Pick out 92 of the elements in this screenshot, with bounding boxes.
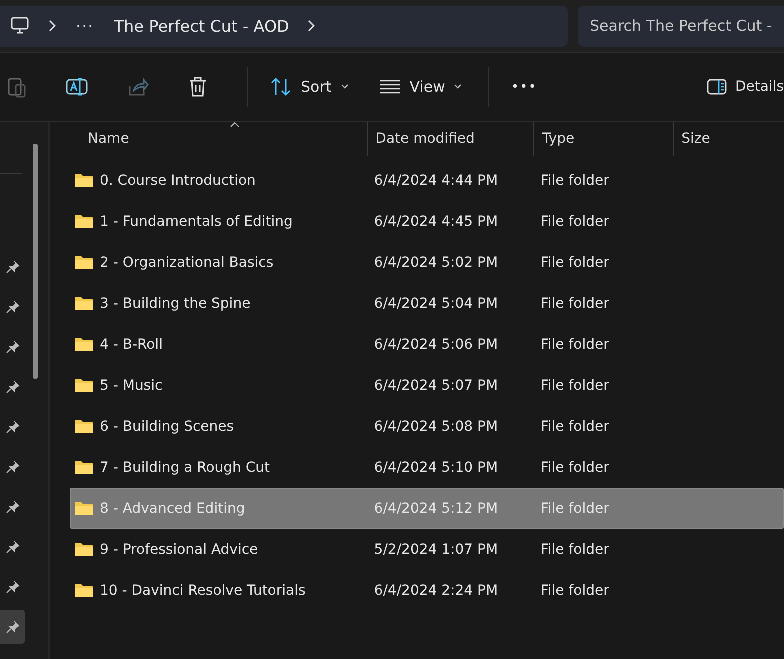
file-row[interactable]: 9 - Professional Advice 5/2/2024 1:07 PM File folder: [70, 529, 784, 570]
file-type: File folder: [540, 542, 610, 558]
file-type: File folder: [540, 172, 610, 188]
folder-icon: [75, 419, 93, 434]
file-row[interactable]: 0. Course Introduction 6/4/2024 4:44 PM File folder: [70, 160, 784, 201]
more-options-button[interactable]: •••: [507, 74, 542, 100]
view-button[interactable]: View: [374, 72, 466, 102]
file-name: 9 - Professional Advice: [100, 542, 258, 558]
file-type: File folder: [540, 254, 610, 270]
folder-icon: [75, 296, 93, 311]
caret-icon: [340, 84, 349, 90]
file-type: File folder: [540, 378, 610, 394]
folder-icon: [75, 460, 93, 475]
file-row[interactable]: 7 - Building a Rough Cut 6/4/2024 5:10 PM File folder: [70, 447, 784, 488]
pin-icon: [6, 420, 20, 434]
file-name: 4 - B-Roll: [100, 336, 163, 352]
date-modified: 6/4/2024 5:12 PM: [374, 500, 498, 516]
date-modified: 6/4/2024 5:08 PM: [374, 418, 498, 434]
pin-icon: [6, 340, 20, 354]
share-icon[interactable]: [127, 76, 149, 98]
file-type: File folder: [540, 460, 610, 476]
date-modified: 6/4/2024 2:24 PM: [374, 582, 498, 598]
column-header[interactable]: Date modified: [376, 131, 475, 147]
file-row[interactable]: 1 - Fundamentals of Editing 6/4/2024 4:45 PM File folder: [70, 201, 784, 242]
pinned-item[interactable]: [0, 610, 25, 644]
folder-icon: [75, 337, 93, 352]
chevron-right-icon[interactable]: [48, 20, 56, 32]
pin-icon: [6, 620, 20, 634]
file-row[interactable]: 2 - Organizational Basics 6/4/2024 5:02 PM File folder: [70, 242, 784, 283]
file-type: File folder: [540, 214, 610, 230]
file-row[interactable]: 8 - Advanced Editing 6/4/2024 5:12 PM File folder: [70, 488, 784, 529]
date-modified: 6/4/2024 4:44 PM: [374, 172, 498, 188]
sort-arrows-icon: [270, 77, 292, 97]
file-name: 10 - Davinci Resolve Tutorials: [100, 582, 306, 598]
pin-icon: [6, 260, 20, 274]
computer-icon: [10, 16, 30, 36]
pin-icon: [6, 460, 20, 474]
pin-icon: [6, 580, 20, 594]
date-modified: 6/4/2024 4:45 PM: [374, 214, 498, 230]
file-type: File folder: [540, 296, 610, 312]
column-header[interactable]: Size: [682, 131, 710, 147]
file-row[interactable]: 5 - Music 6/4/2024 5:07 PM File folder: [70, 365, 784, 406]
file-row[interactable]: 3 - Building the Spine 6/4/2024 5:04 PM File folder: [70, 283, 784, 324]
sort-ascending-icon: [230, 122, 240, 128]
file-row[interactable]: 4 - B-Roll 6/4/2024 5:06 PM File folder: [70, 324, 784, 365]
file-type: File folder: [540, 500, 610, 516]
search-field[interactable]: Search The Perfect Cut -: [578, 6, 784, 46]
file-name: 7 - Building a Rough Cut: [100, 460, 270, 476]
list-lines-icon: [378, 79, 401, 95]
date-modified: 5/2/2024 1:07 PM: [374, 542, 498, 558]
folder-icon: [75, 542, 93, 557]
chevron-right-icon[interactable]: [307, 20, 316, 32]
file-name: 6 - Building Scenes: [100, 418, 234, 434]
address-bar[interactable]: ··· The Perfect Cut - AOD: [0, 6, 568, 46]
file-name: 3 - Building the Spine: [100, 296, 251, 312]
folder-icon: [75, 501, 93, 516]
file-type: File folder: [540, 336, 610, 352]
scrollbar-thumb[interactable]: [33, 144, 38, 379]
date-modified: 6/4/2024 5:10 PM: [374, 460, 498, 476]
column-header[interactable]: Type: [542, 131, 575, 147]
date-modified: 6/4/2024 5:07 PM: [374, 378, 498, 394]
rename-icon[interactable]: [66, 76, 88, 98]
path-overflow[interactable]: ···: [76, 16, 94, 36]
breadcrumb-folder[interactable]: The Perfect Cut - AOD: [114, 16, 290, 36]
folder-icon: [75, 378, 93, 393]
file-row[interactable]: 10 - Davinci Resolve Tutorials 6/4/2024 2:24 PM File folder: [70, 570, 784, 611]
folder-icon: [75, 583, 93, 598]
file-type: File folder: [540, 582, 610, 598]
file-type: File folder: [540, 418, 610, 434]
pin-icon: [6, 500, 20, 514]
folder-icon: [75, 173, 93, 188]
details-pane-icon: [707, 79, 728, 95]
file-name: 0. Course Introduction: [100, 172, 256, 188]
caret-icon: [454, 84, 462, 90]
file-name: 8 - Advanced Editing: [100, 500, 246, 516]
file-name: 1 - Fundamentals of Editing: [100, 214, 293, 230]
sort-button[interactable]: Sort: [266, 71, 353, 103]
file-name: 2 - Organizational Basics: [100, 254, 274, 270]
pin-icon: [6, 300, 20, 314]
folder-icon: [75, 255, 93, 270]
pin-icon: [6, 540, 20, 554]
clipboard-icon[interactable]: [7, 76, 27, 98]
pin-icon: [6, 380, 20, 394]
file-row[interactable]: 6 - Building Scenes 6/4/2024 5:08 PM File folder: [70, 406, 784, 447]
date-modified: 6/4/2024 5:02 PM: [374, 254, 498, 270]
file-name: 5 - Music: [100, 378, 163, 394]
column-header[interactable]: Name: [88, 131, 130, 147]
date-modified: 6/4/2024 5:04 PM: [374, 296, 498, 312]
details-button[interactable]: Details: [703, 73, 784, 101]
trash-icon[interactable]: [188, 76, 208, 98]
folder-icon: [75, 214, 93, 229]
date-modified: 6/4/2024 5:06 PM: [374, 336, 498, 352]
